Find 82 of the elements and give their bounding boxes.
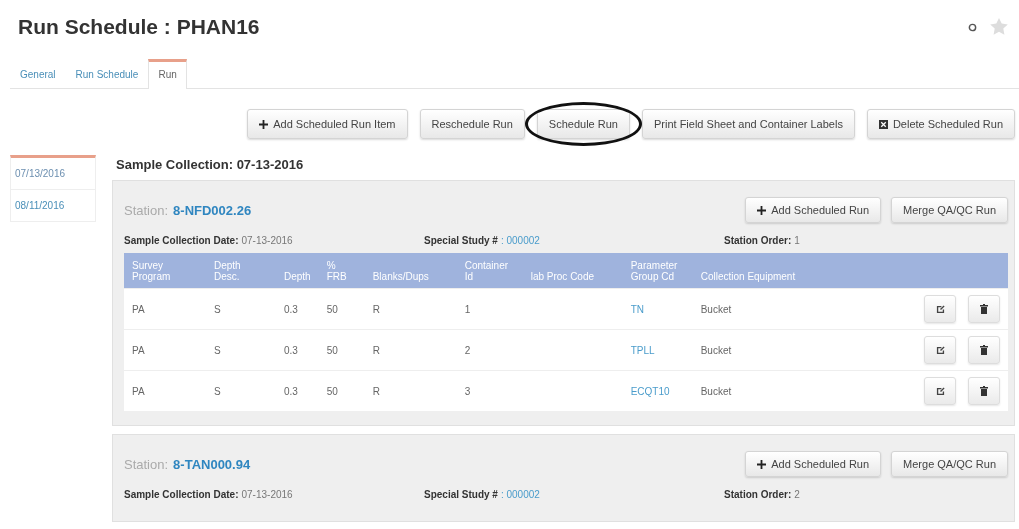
field-value: 07-13-2016 (241, 235, 293, 246)
column-header: Parameter Group Cd (622, 253, 693, 289)
station-label: Station: (124, 202, 169, 218)
button[interactable]: Reschedule Run (419, 109, 525, 139)
delete-button[interactable] (968, 376, 1000, 405)
page-title: Run Schedule : PHAN16 (18, 15, 260, 39)
table-cell: PA (132, 385, 145, 397)
station-label: Station: (124, 456, 169, 472)
trash-icon (980, 385, 988, 396)
trash-icon (980, 303, 988, 314)
station-link[interactable]: 8-TAN000.94 (173, 456, 251, 472)
column-header: Survey Program (124, 253, 206, 289)
table-cell: 50 (326, 344, 338, 356)
delete-button[interactable] (968, 335, 1000, 364)
button[interactable]: Merge QA/QC Run (891, 197, 1008, 223)
table-cell: S (214, 344, 221, 356)
table-cell: Bucket (700, 303, 732, 315)
table-cell: S (214, 385, 221, 397)
column-header: Collection Equipment (692, 253, 906, 289)
table-cell: S (214, 303, 221, 315)
date-tab[interactable]: 07/13/2016 (10, 155, 96, 190)
table-cell: 0.3 (284, 303, 298, 315)
field-value: 07-13-2016 (241, 489, 293, 500)
column-header: lab Proc Code (522, 253, 623, 289)
table-cell: 0.3 (284, 385, 298, 397)
study-link[interactable]: : 000002 (500, 235, 540, 246)
column-header: Blanks/Dups (364, 253, 457, 289)
column-header: % FRB (318, 253, 365, 289)
edit-icon (935, 345, 945, 355)
edit-button[interactable] (924, 336, 956, 365)
button[interactable]: Delete Scheduled Run (866, 109, 1015, 139)
star-icon[interactable] (989, 17, 1009, 37)
table-cell: R (372, 385, 380, 397)
study-link[interactable]: : 000002 (500, 489, 540, 500)
table-cell: 50 (326, 303, 338, 315)
tab[interactable]: General (10, 59, 66, 89)
station-link[interactable]: 8-NFD002.26 (173, 202, 252, 218)
date-tab[interactable]: 08/11/2016 (10, 190, 96, 222)
field-label: Sample Collection Date: (124, 489, 239, 500)
edit-button[interactable] (924, 377, 956, 406)
table-cell: Bucket (700, 344, 732, 356)
column-header: Depth (276, 253, 319, 289)
button[interactable]: Add Scheduled Run (745, 197, 882, 223)
table-cell: 3 (464, 385, 471, 397)
close-icon (878, 119, 888, 129)
button[interactable]: Merge QA/QC Run (891, 451, 1008, 477)
column-header: Container Id (456, 253, 523, 289)
table-cell: Bucket (700, 385, 732, 397)
table-cell: R (372, 344, 380, 356)
delete-button[interactable] (968, 294, 1000, 323)
tab[interactable]: Run Schedule (65, 59, 149, 89)
field-value: 2 (794, 489, 800, 500)
edit-button[interactable] (924, 295, 956, 324)
table-cell: 2 (464, 344, 471, 356)
plus-icon (757, 205, 767, 215)
table-cell: R (372, 303, 380, 315)
table-cell: PA (132, 344, 145, 356)
table-cell: 50 (326, 385, 338, 397)
field-label: Sample Collection Date: (124, 235, 239, 246)
table-link[interactable]: ECQT10 (630, 385, 670, 397)
section-title: Sample Collection: 07-13-2016 (116, 157, 305, 172)
button[interactable]: Add Scheduled Run (745, 451, 882, 477)
button[interactable]: Schedule Run (536, 109, 630, 139)
table-cell: 1 (464, 303, 471, 315)
trash-icon (980, 344, 988, 355)
table-link[interactable]: TPLL (630, 344, 655, 356)
field-label: Special Study # (424, 235, 498, 246)
plus-icon (259, 119, 269, 129)
field-label: Special Study # (424, 489, 498, 500)
column-header: Depth Desc. (206, 253, 276, 289)
plus-icon (757, 459, 767, 469)
field-label: Station Order: (724, 235, 792, 246)
button[interactable]: Print Field Sheet and Container Labels (641, 109, 855, 139)
tab[interactable]: Run (148, 59, 187, 89)
edit-icon (935, 304, 945, 314)
table-cell: PA (132, 303, 145, 315)
field-value: 1 (794, 235, 800, 246)
field-label: Station Order: (724, 489, 792, 500)
edit-icon (935, 386, 945, 396)
table-cell: 0.3 (284, 344, 298, 356)
button[interactable]: Add Scheduled Run Item (247, 109, 408, 139)
table-link[interactable]: TN (630, 303, 645, 315)
